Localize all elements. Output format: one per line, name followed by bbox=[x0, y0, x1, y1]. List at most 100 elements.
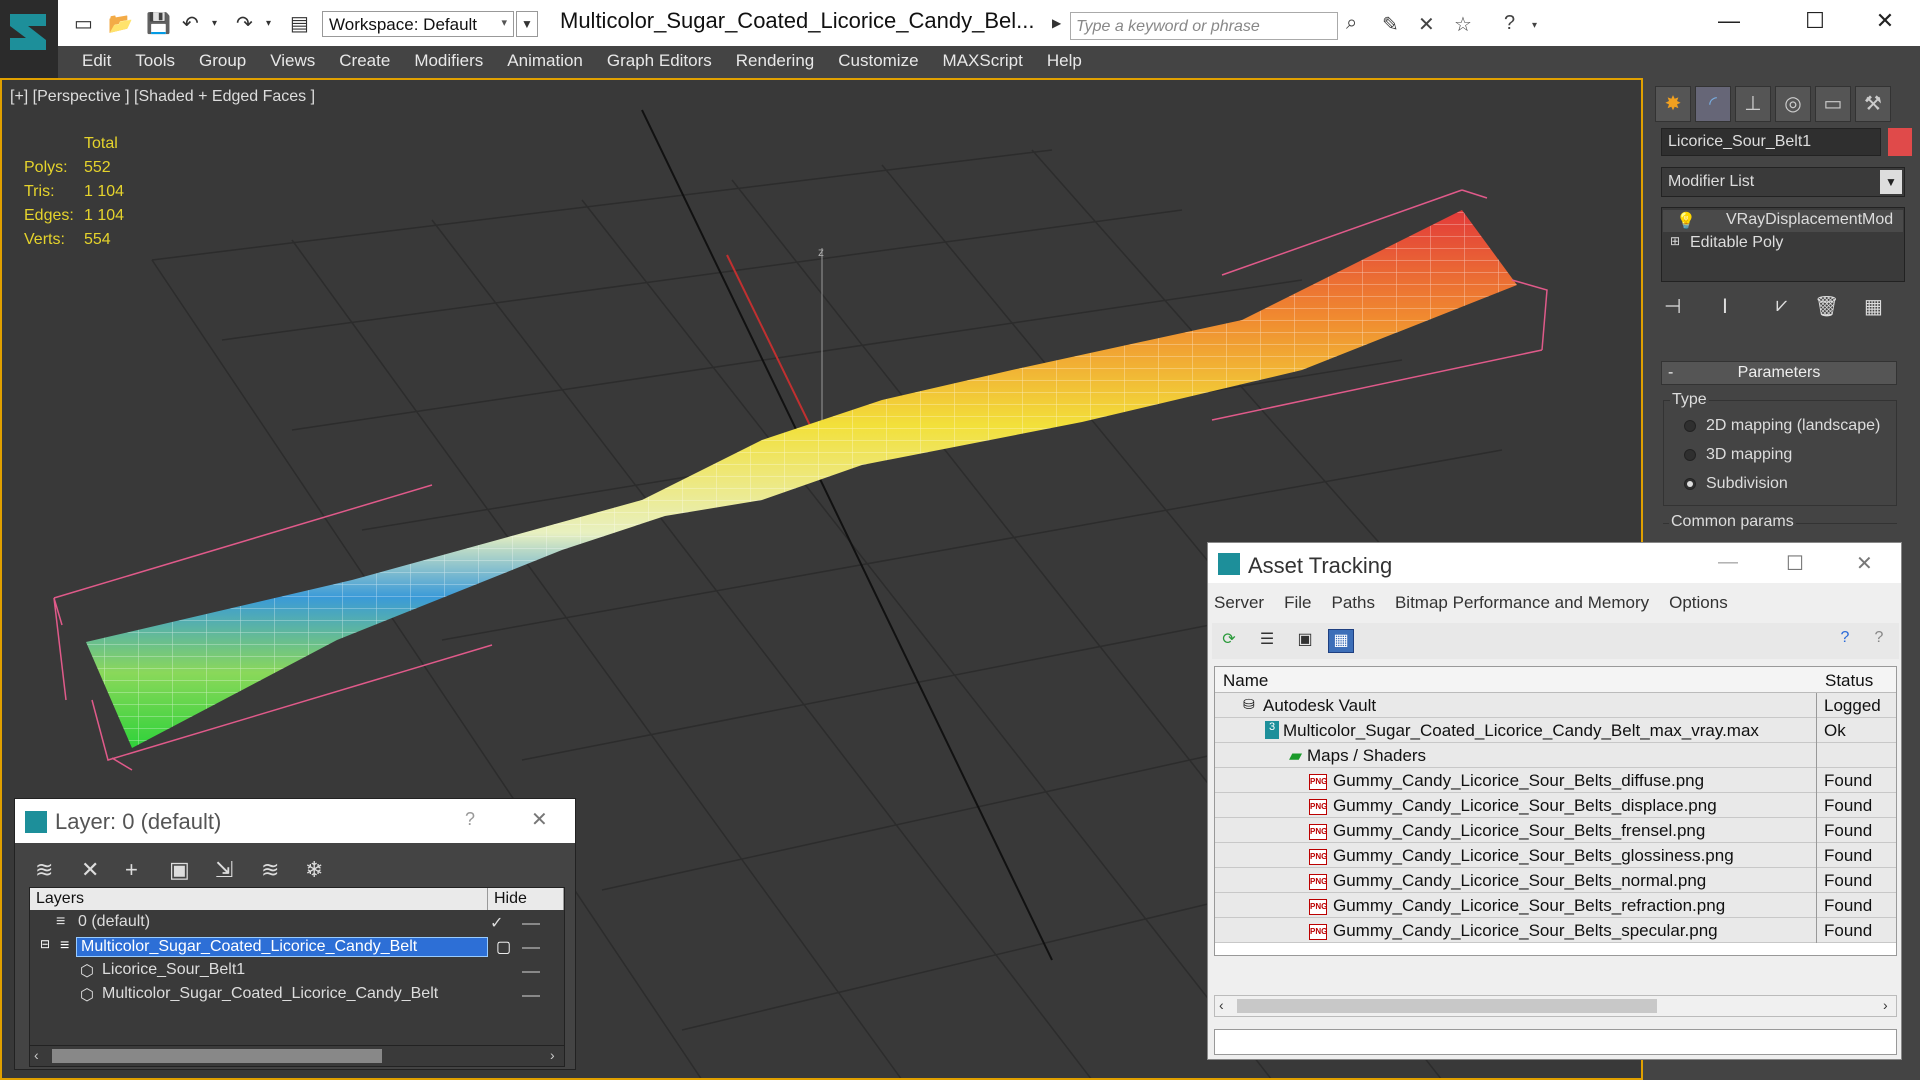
radio-2d-mapping[interactable]: 2D mapping (landscape) bbox=[1684, 417, 1880, 435]
menu-graph-editors[interactable]: Graph Editors bbox=[607, 51, 712, 71]
column-header-layers[interactable]: Layers bbox=[30, 888, 488, 910]
table-view-icon[interactable]: ▦ bbox=[1328, 629, 1354, 653]
lightbulb-icon[interactable]: 💡 bbox=[1676, 211, 1696, 231]
menu-animation[interactable]: Animation bbox=[507, 51, 583, 71]
object-row[interactable]: ⬡ Multicolor_Sugar_Coated_Licorice_Candy… bbox=[30, 984, 564, 1008]
undo-dropdown-icon[interactable]: ▾ bbox=[212, 11, 217, 35]
new-file-icon[interactable]: ▭ bbox=[74, 11, 93, 35]
refresh-icon[interactable]: ⟳ bbox=[1216, 629, 1242, 653]
help-disabled-icon[interactable]: ? bbox=[1866, 629, 1892, 653]
column-header-name[interactable]: Name bbox=[1215, 667, 1817, 693]
expand-arrow-icon[interactable]: ▶ bbox=[1052, 16, 1061, 30]
asset-menu-server[interactable]: Server bbox=[1214, 593, 1264, 613]
configure-sets-icon[interactable]: ▦ bbox=[1864, 294, 1883, 319]
table-row[interactable]: ▰ Maps / Shaders bbox=[1215, 743, 1896, 768]
checkmark-icon[interactable]: ✓ bbox=[490, 913, 503, 933]
help-icon[interactable]: ? bbox=[1832, 629, 1858, 653]
maximize-icon[interactable]: ☐ bbox=[1792, 8, 1838, 34]
asset-menu-options[interactable]: Options bbox=[1669, 593, 1728, 613]
communication-icon[interactable]: ✕ bbox=[1418, 12, 1435, 37]
menu-help[interactable]: Help bbox=[1047, 51, 1082, 71]
stack-item-editable-poly[interactable]: Editable Poly bbox=[1690, 234, 1783, 252]
tools-icon[interactable]: ✎ bbox=[1382, 12, 1399, 37]
radio-subdivision[interactable]: Subdivision bbox=[1684, 475, 1788, 493]
modifier-list-dropdown[interactable]: Modifier List ▼ bbox=[1661, 167, 1905, 197]
workspace-selector[interactable]: Workspace: Default ▾ bbox=[322, 11, 514, 37]
table-row[interactable]: PNG Gummy_Candy_Licorice_Sour_Belts_norma… bbox=[1215, 868, 1896, 893]
scrollbar-thumb[interactable] bbox=[52, 1049, 382, 1063]
parameters-rollout-header[interactable]: - Parameters bbox=[1661, 361, 1897, 385]
layer-row[interactable]: ≡ 0 (default) ✓ bbox=[30, 912, 564, 936]
add-to-layer-icon[interactable]: + bbox=[125, 857, 138, 883]
help-icon[interactable]: ? bbox=[1504, 12, 1515, 35]
object-color-swatch[interactable] bbox=[1888, 128, 1912, 156]
favorites-star-icon[interactable]: ☆ bbox=[1454, 12, 1472, 37]
object-name-field[interactable]: Licorice_Sour_Belt1 bbox=[1661, 128, 1881, 156]
show-end-result-icon[interactable]: Ⅰ bbox=[1722, 294, 1728, 319]
menu-tools[interactable]: Tools bbox=[135, 51, 175, 71]
freeze-all-icon[interactable]: ❄ bbox=[305, 857, 323, 883]
workspace-dropdown-button[interactable]: ▼ bbox=[516, 11, 538, 37]
current-layer-icon[interactable]: ▢ bbox=[492, 937, 515, 957]
hide-toggle[interactable] bbox=[522, 923, 540, 925]
menu-edit[interactable]: Edit bbox=[82, 51, 111, 71]
table-row[interactable]: 3 Multicolor_Sugar_Coated_Licorice_Candy_… bbox=[1215, 718, 1896, 743]
select-objects-icon[interactable]: ▣ bbox=[169, 857, 190, 883]
table-row[interactable]: PNG Gummy_Candy_Licorice_Sour_Belts_specu… bbox=[1215, 918, 1896, 943]
delete-layer-icon[interactable]: ✕ bbox=[81, 857, 99, 883]
scroll-left-icon[interactable]: ‹ bbox=[1219, 997, 1224, 1013]
create-layer-icon[interactable]: ≋ bbox=[35, 857, 53, 883]
minimize-icon[interactable]: — bbox=[1718, 551, 1738, 574]
radio-3d-mapping[interactable]: 3D mapping bbox=[1684, 446, 1792, 464]
open-file-icon[interactable]: 📂 bbox=[108, 11, 133, 35]
expand-plus-icon[interactable]: ⊞ bbox=[1670, 234, 1680, 248]
horizontal-scrollbar[interactable]: ‹ › bbox=[1214, 995, 1897, 1017]
column-header-hide[interactable]: Hide bbox=[488, 888, 564, 910]
table-row[interactable]: ⛁Autodesk VaultLogged O bbox=[1215, 693, 1896, 735]
maximize-icon[interactable]: ☐ bbox=[1786, 551, 1804, 576]
binoculars-icon[interactable]: ⌕ bbox=[1346, 12, 1357, 35]
table-row[interactable]: PNG Gummy_Candy_Licorice_Sour_Belts_gloss… bbox=[1215, 843, 1896, 868]
table-row[interactable]: PNG Gummy_Candy_Licorice_Sour_Belts_frens… bbox=[1215, 818, 1896, 843]
undo-icon[interactable]: ↶ bbox=[182, 11, 199, 35]
menu-group[interactable]: Group bbox=[199, 51, 246, 71]
hide-toggle[interactable] bbox=[522, 947, 540, 949]
object-row[interactable]: ⬡ Licorice_Sour_Belt1 bbox=[30, 960, 564, 984]
redo-icon[interactable]: ↷ bbox=[236, 11, 253, 35]
menu-rendering[interactable]: Rendering bbox=[736, 51, 814, 71]
modify-tab-icon[interactable]: ◜ bbox=[1695, 86, 1731, 122]
hierarchy-tab-icon[interactable]: ⊥ bbox=[1735, 86, 1771, 122]
menu-customize[interactable]: Customize bbox=[838, 51, 918, 71]
utilities-tab-icon[interactable]: ⚒ bbox=[1855, 86, 1891, 122]
close-icon[interactable]: ✕ bbox=[1856, 551, 1873, 576]
collapse-icon[interactable]: ⊟ bbox=[36, 937, 54, 951]
hide-toggle[interactable] bbox=[522, 971, 540, 973]
select-layer-icon[interactable]: ⇲ bbox=[215, 857, 233, 883]
layer-row-selected[interactable]: ⊟ ≡ Multicolor_Sugar_Coated_Licorice_Can… bbox=[30, 936, 564, 960]
app-logo[interactable] bbox=[0, 0, 58, 90]
close-icon[interactable]: ✕ bbox=[531, 807, 548, 832]
minimize-icon[interactable]: — bbox=[1706, 8, 1752, 34]
help-icon[interactable]: ? bbox=[465, 809, 475, 830]
save-icon[interactable]: 💾 bbox=[146, 11, 171, 35]
list-view-icon[interactable]: ☰ bbox=[1254, 629, 1280, 653]
menu-modifiers[interactable]: Modifiers bbox=[414, 51, 483, 71]
asset-menu-paths[interactable]: Paths bbox=[1331, 593, 1374, 613]
menu-create[interactable]: Create bbox=[339, 51, 390, 71]
horizontal-scrollbar[interactable]: ‹ › bbox=[29, 1045, 565, 1067]
pin-stack-icon[interactable]: ⊣ bbox=[1664, 294, 1681, 319]
make-unique-icon[interactable]: ⩗ bbox=[1776, 294, 1787, 317]
column-header-status[interactable]: Status bbox=[1817, 667, 1896, 693]
viewport-label[interactable]: [+] [Perspective ] [Shaded + Edged Faces… bbox=[10, 88, 315, 106]
redo-dropdown-icon[interactable]: ▾ bbox=[266, 11, 271, 35]
table-row[interactable]: PNG Gummy_Candy_Licorice_Sour_Belts_diffu… bbox=[1215, 768, 1896, 793]
hide-toggle[interactable] bbox=[522, 995, 540, 997]
search-input[interactable]: Type a keyword or phrase bbox=[1070, 12, 1338, 40]
project-folder-icon[interactable]: ▤ bbox=[290, 11, 309, 35]
stack-item-vray-displacement[interactable]: VRayDisplacementMod bbox=[1726, 211, 1893, 229]
table-row[interactable]: PNG Gummy_Candy_Licorice_Sour_Belts_displ… bbox=[1215, 793, 1896, 818]
create-tab-icon[interactable]: ✸ bbox=[1655, 86, 1691, 122]
asset-path-field[interactable] bbox=[1214, 1029, 1897, 1055]
table-row[interactable]: PNG Gummy_Candy_Licorice_Sour_Belts_refra… bbox=[1215, 893, 1896, 918]
asset-menu-bitmap[interactable]: Bitmap Performance and Memory bbox=[1395, 593, 1649, 613]
